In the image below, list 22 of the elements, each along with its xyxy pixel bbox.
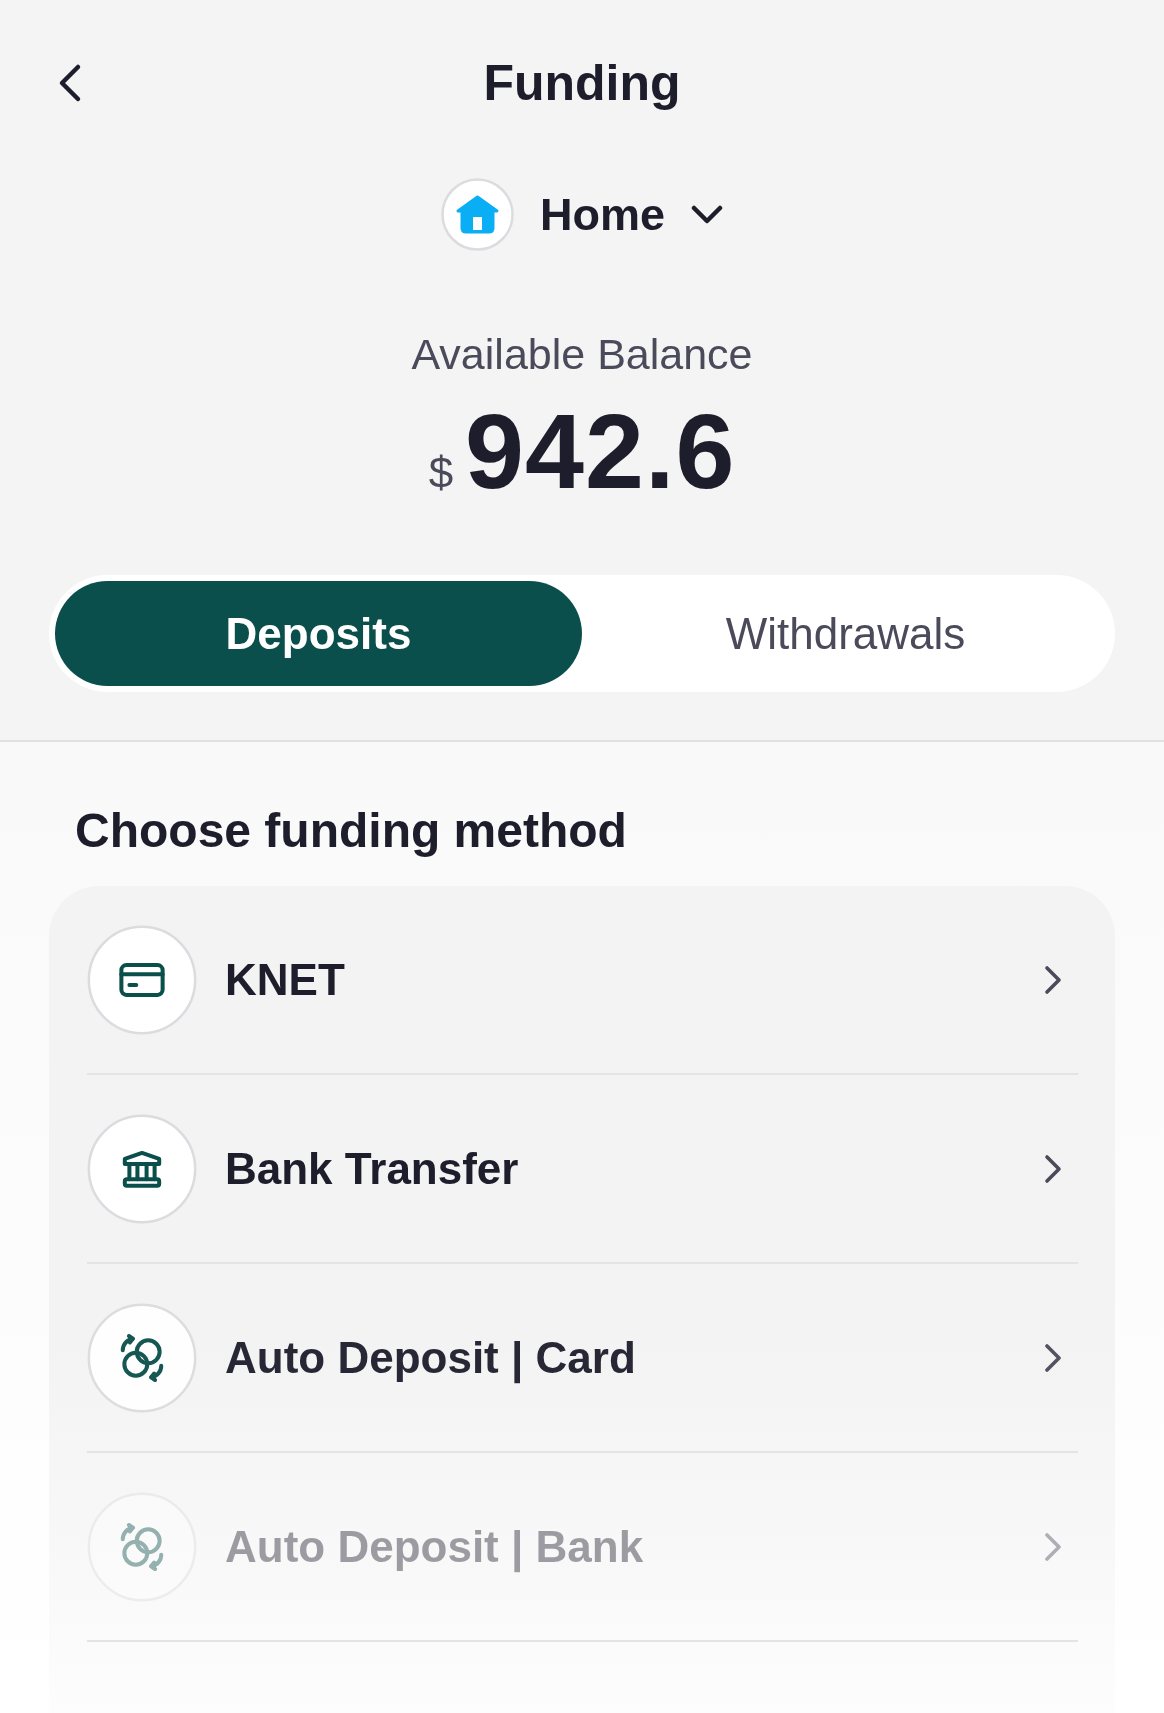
account-selector[interactable]: Home <box>441 178 723 251</box>
exchange-circles-icon <box>87 1302 197 1413</box>
funding-method-item[interactable]: Bank Transfer <box>87 1075 1078 1262</box>
section-heading: Choose funding method <box>75 803 627 859</box>
chevron-right-icon <box>1044 1153 1062 1184</box>
chevron-left-icon[interactable] <box>57 63 83 103</box>
chevron-right-icon <box>1044 1342 1062 1373</box>
page-title: Funding <box>483 54 681 113</box>
balance-label: Available Balance <box>411 329 753 379</box>
credit-card-icon <box>87 924 197 1035</box>
balance-amount: 942.6 <box>465 396 736 506</box>
chevron-right-icon <box>1044 1531 1062 1562</box>
exchange-circles-icon <box>87 1491 197 1602</box>
tab[interactable]: Withdrawals <box>582 581 1109 686</box>
currency-symbol: $ <box>428 448 454 498</box>
chevron-right-icon <box>1044 964 1062 995</box>
funding-method-item[interactable]: Auto Deposit | Card <box>87 1264 1078 1451</box>
tab[interactable]: Deposits <box>55 581 582 686</box>
chevron-down-icon <box>691 204 723 225</box>
home-icon <box>441 178 514 251</box>
funding-method-item[interactable]: KNET <box>87 886 1078 1073</box>
bank-building-icon <box>87 1113 197 1224</box>
